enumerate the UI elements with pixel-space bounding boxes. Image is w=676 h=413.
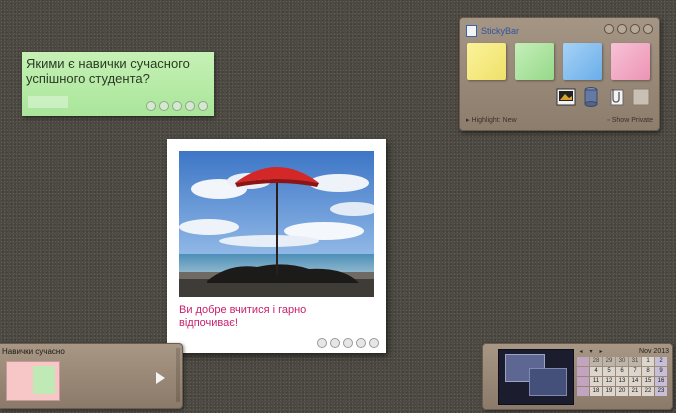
- note-control-icon[interactable]: [343, 338, 353, 348]
- calendar: ◂ ▾ ▸ Nov 2013 28 29 30 31 1 2 4 5 6 7 8…: [577, 347, 669, 396]
- note-control-icon[interactable]: [369, 338, 379, 348]
- note-control-icon[interactable]: [356, 338, 366, 348]
- calendar-week: 4 5 6 7 8 9: [577, 367, 669, 376]
- photo-caption[interactable]: Ви добре вчитися і гарно відпочиває!: [179, 304, 329, 330]
- stickybar-tools: [556, 87, 651, 107]
- sticky-note-text[interactable]: Якими є навички сучасного успішного студ…: [26, 56, 210, 86]
- calendar-day[interactable]: 8: [642, 367, 654, 376]
- tray-scrollbar[interactable]: [176, 348, 180, 402]
- calendar-day[interactable]: 9: [655, 367, 667, 376]
- tray-thumbnail-inner: [33, 366, 55, 394]
- note-tray: Навички сучасно: [0, 343, 183, 409]
- calendar-days: 28 29 30 31 1 2 4 5 6 7 8 9 11 12 13 14 …: [577, 357, 669, 396]
- calendar-day[interactable]: 20: [616, 387, 628, 396]
- calendar-day[interactable]: 21: [629, 387, 641, 396]
- blank-note-icon[interactable]: [631, 87, 651, 107]
- calendar-day[interactable]: 1: [642, 357, 654, 366]
- calendar-header: ◂ ▾ ▸ Nov 2013: [577, 347, 669, 356]
- settings-icon[interactable]: [604, 24, 614, 34]
- today-icon[interactable]: ▾: [587, 348, 595, 355]
- week-marker: [577, 377, 589, 386]
- calendar-month: Nov 2013: [639, 348, 669, 355]
- calendar-day[interactable]: 22: [642, 387, 654, 396]
- show-private-toggle[interactable]: ▫ Show Private: [607, 115, 653, 125]
- calendar-day[interactable]: 15: [642, 377, 654, 386]
- photo-note-controls: [317, 338, 379, 348]
- calendar-nav: ◂ ▾ ▸: [577, 348, 605, 355]
- next-month-icon[interactable]: ▸: [597, 348, 605, 355]
- tray-title: Навички сучасно: [2, 347, 65, 356]
- note-control-icon[interactable]: [185, 101, 195, 111]
- show-private-label: Show Private: [611, 116, 653, 124]
- calendar-day[interactable]: 2: [655, 357, 667, 366]
- calendar-day[interactable]: 30: [616, 357, 628, 366]
- week-marker: [577, 387, 589, 396]
- stickybar-window-controls: [604, 24, 653, 34]
- calendar-week: 18 19 20 21 22 23: [577, 387, 669, 396]
- desktop-preview-screen-2: [529, 368, 567, 396]
- beach-umbrella-photo: [179, 151, 374, 297]
- calendar-week: 11 12 13 14 15 16: [577, 377, 669, 386]
- photo-note[interactable]: Ви добре вчитися і гарно відпочиває!: [167, 139, 386, 353]
- calendar-day[interactable]: 4: [590, 367, 602, 376]
- note-control-icon[interactable]: [317, 338, 327, 348]
- week-marker: [577, 357, 589, 366]
- database-icon[interactable]: [581, 87, 601, 107]
- calendar-day[interactable]: 5: [603, 367, 615, 376]
- calendar-day[interactable]: 12: [603, 377, 615, 386]
- note-control-icon[interactable]: [159, 101, 169, 111]
- new-green-note-button[interactable]: [515, 43, 554, 80]
- calendar-day[interactable]: 14: [629, 377, 641, 386]
- calendar-day[interactable]: 29: [603, 357, 615, 366]
- sticky-note-controls: [146, 101, 208, 111]
- calendar-day[interactable]: 7: [629, 367, 641, 376]
- stickybar-title: StickyBar: [481, 26, 520, 36]
- note-control-icon[interactable]: [330, 338, 340, 348]
- new-yellow-note-button[interactable]: [467, 43, 506, 80]
- sticky-note-shadow-text: [28, 96, 68, 108]
- desktop-preview[interactable]: [498, 349, 574, 405]
- calendar-day[interactable]: 13: [616, 377, 628, 386]
- tray-note-thumbnail[interactable]: [6, 361, 60, 401]
- sticky-note-green[interactable]: Якими є навички сучасного успішного студ…: [22, 52, 214, 116]
- calendar-day[interactable]: 18: [590, 387, 602, 396]
- calendar-day[interactable]: 16: [655, 377, 667, 386]
- help-icon[interactable]: [630, 24, 640, 34]
- note-color-swatches: [467, 43, 650, 80]
- stickybar-footer: ▸ Highlight: New ▫ Show Private: [466, 115, 653, 125]
- note-control-icon[interactable]: [172, 101, 182, 111]
- note-control-icon[interactable]: [198, 101, 208, 111]
- minimize-icon[interactable]: [617, 24, 627, 34]
- calendar-day[interactable]: 31: [629, 357, 641, 366]
- highlight-new-toggle[interactable]: ▸ Highlight: New: [466, 115, 517, 125]
- calendar-widget: ◂ ▾ ▸ Nov 2013 28 29 30 31 1 2 4 5 6 7 8…: [482, 343, 673, 410]
- calendar-day[interactable]: 23: [655, 387, 667, 396]
- new-blue-note-button[interactable]: [563, 43, 602, 80]
- stickybar-app-icon: [466, 25, 477, 37]
- stickybar-title-row: StickyBar: [466, 25, 519, 37]
- play-icon[interactable]: [156, 372, 165, 384]
- close-icon[interactable]: [643, 24, 653, 34]
- photo-icon[interactable]: [556, 87, 576, 107]
- stickybar-panel: StickyBar ▸ Highlight: New ▫ Show Privat…: [459, 17, 660, 131]
- week-marker: [577, 367, 589, 376]
- calendar-day[interactable]: 11: [590, 377, 602, 386]
- calendar-day[interactable]: 19: [603, 387, 615, 396]
- calendar-day[interactable]: 28: [590, 357, 602, 366]
- calendar-day[interactable]: 6: [616, 367, 628, 376]
- new-pink-note-button[interactable]: [611, 43, 650, 80]
- note-control-icon[interactable]: [146, 101, 156, 111]
- highlight-new-label: Highlight: New: [471, 116, 517, 124]
- prev-month-icon[interactable]: ◂: [577, 348, 585, 355]
- calendar-week: 28 29 30 31 1 2: [577, 357, 669, 366]
- paperclip-icon[interactable]: [606, 87, 626, 107]
